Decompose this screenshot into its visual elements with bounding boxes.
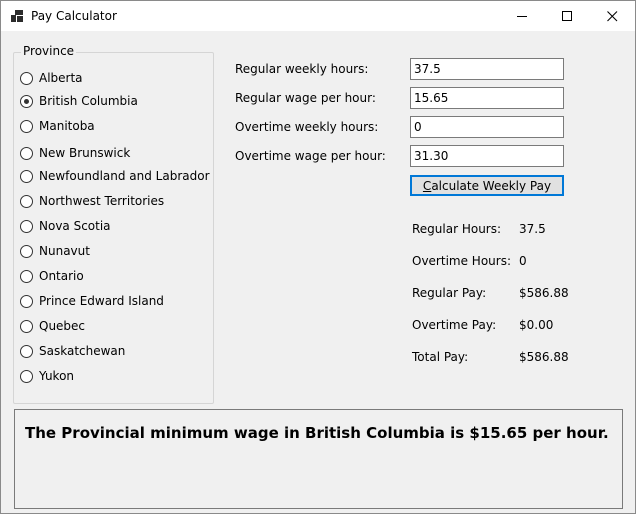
province-option-label: Nunavut	[39, 244, 90, 258]
maximize-icon	[561, 10, 572, 21]
province-option-northwest-territories[interactable]: Northwest Territories	[20, 192, 164, 210]
radio-button-icon[interactable]	[20, 269, 33, 283]
minimize-button[interactable]	[499, 1, 545, 31]
province-option-ontario[interactable]: Ontario	[20, 267, 84, 285]
result-regular-pay-label: Regular Pay:	[412, 286, 487, 300]
result-total-pay-label: Total Pay:	[412, 350, 469, 364]
radio-button-icon[interactable]	[20, 219, 33, 233]
province-legend: Province	[21, 44, 77, 58]
province-option-label: Manitoba	[39, 119, 95, 133]
overtime-wage-input[interactable]	[410, 145, 564, 167]
calculate-weekly-pay-button[interactable]: Calculate Weekly Pay	[410, 175, 564, 196]
province-option-label: Newfoundland and Labrador	[39, 169, 210, 183]
regular-hours-label: Regular weekly hours:	[235, 62, 369, 76]
province-option-label: Saskatchewan	[39, 344, 126, 358]
province-option-label: Alberta	[39, 71, 83, 85]
province-option-newfoundland-and-labrador[interactable]: Newfoundland and Labrador	[20, 167, 210, 185]
radio-button-icon[interactable]	[20, 94, 33, 108]
radio-button-icon[interactable]	[20, 119, 33, 133]
radio-button-icon[interactable]	[20, 244, 33, 258]
radio-button-icon[interactable]	[20, 369, 33, 383]
province-option-label: Northwest Territories	[39, 194, 165, 208]
overtime-hours-label: Overtime weekly hours:	[235, 120, 379, 134]
close-icon	[606, 10, 617, 21]
province-option-quebec[interactable]: Quebec	[20, 317, 85, 335]
radio-button-icon[interactable]	[20, 344, 33, 358]
radio-button-icon[interactable]	[20, 146, 33, 160]
province-option-label: Yukon	[39, 369, 75, 383]
minimize-icon	[516, 15, 527, 17]
regular-hours-input[interactable]	[410, 58, 564, 80]
province-option-label: British Columbia	[39, 94, 138, 108]
result-overtime-pay-label: Overtime Pay:	[412, 318, 497, 332]
province-option-prince-edward-island[interactable]: Prince Edward Island	[20, 292, 164, 310]
province-option-british-columbia[interactable]: British Columbia	[20, 92, 138, 110]
radio-button-icon[interactable]	[20, 194, 33, 208]
minimum-wage-message: The Provincial minimum wage in British C…	[25, 424, 609, 442]
province-option-label: Quebec	[39, 319, 86, 333]
title-bar[interactable]: Pay Calculator	[1, 1, 635, 31]
result-regular-hours-label: Regular Hours:	[412, 222, 502, 236]
province-option-yukon[interactable]: Yukon	[20, 367, 74, 385]
province-option-new-brunswick[interactable]: New Brunswick	[20, 144, 130, 162]
province-option-label: Ontario	[39, 269, 84, 283]
pay-calculator-window: Pay Calculator Province Alberta British C…	[0, 0, 636, 514]
radio-button-icon[interactable]	[20, 71, 33, 85]
result-total-pay-value: $586.88	[519, 350, 569, 364]
result-regular-hours-value: 37.5	[519, 222, 546, 236]
result-overtime-pay-value: $0.00	[519, 318, 554, 332]
province-option-saskatchewan[interactable]: Saskatchewan	[20, 342, 125, 360]
regular-wage-label: Regular wage per hour:	[235, 91, 376, 105]
overtime-wage-label: Overtime wage per hour:	[235, 149, 386, 163]
radio-button-icon[interactable]	[20, 319, 33, 333]
province-option-label: Prince Edward Island	[39, 294, 164, 308]
calculate-accelerator-key: C	[422, 178, 432, 193]
result-overtime-hours-value: 0	[519, 254, 527, 268]
result-overtime-hours-label: Overtime Hours:	[412, 254, 511, 268]
radio-button-icon[interactable]	[20, 169, 33, 183]
province-option-nova-scotia[interactable]: Nova Scotia	[20, 217, 111, 235]
province-option-alberta[interactable]: Alberta	[20, 69, 83, 87]
province-option-manitoba[interactable]: Manitoba	[20, 117, 95, 135]
province-option-nunavut[interactable]: Nunavut	[20, 242, 90, 260]
overtime-hours-input[interactable]	[410, 116, 564, 138]
maximize-button[interactable]	[544, 1, 590, 31]
minimum-wage-message-box: The Provincial minimum wage in British C…	[14, 409, 623, 509]
calculate-button-label: alculate Weekly Pay	[431, 178, 552, 193]
regular-wage-input[interactable]	[410, 87, 564, 109]
province-option-label: New Brunswick	[39, 146, 131, 160]
province-option-label: Nova Scotia	[39, 219, 111, 233]
window-title: Pay Calculator	[31, 9, 117, 23]
result-regular-pay-value: $586.88	[519, 286, 569, 300]
radio-button-icon[interactable]	[20, 294, 33, 308]
close-button[interactable]	[589, 1, 635, 31]
app-icon	[11, 10, 23, 22]
